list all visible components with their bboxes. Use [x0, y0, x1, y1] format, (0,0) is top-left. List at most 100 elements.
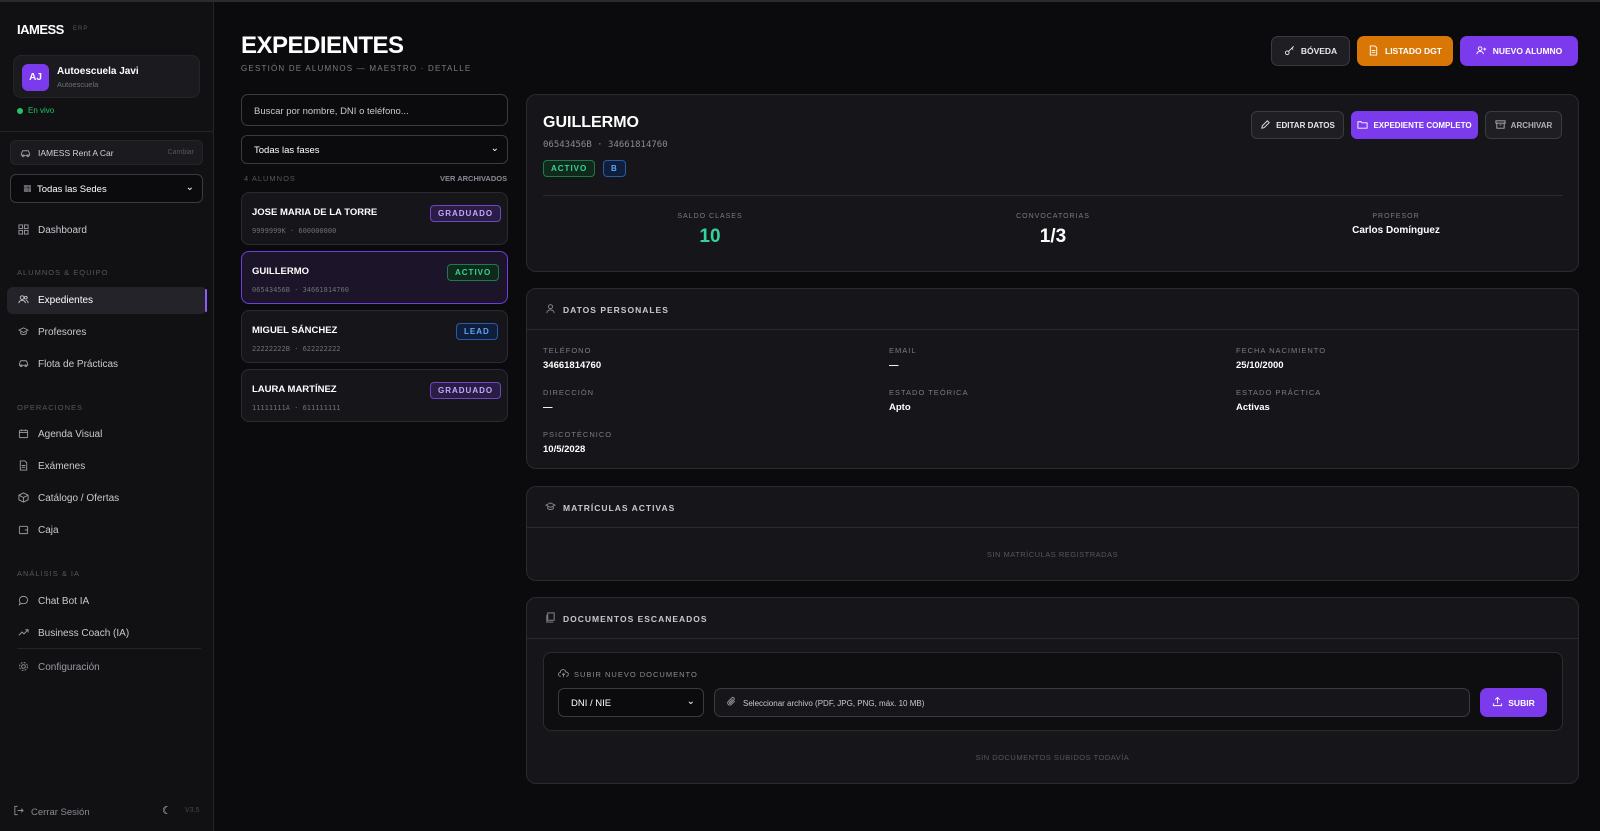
student-meta: 22222222B · 622222222 [252, 345, 341, 353]
upload-label: SUBIR [1508, 697, 1535, 708]
users-icon [17, 294, 29, 306]
stat-saldo: SALDO CLASES 10 [610, 213, 810, 248]
app-version: V3.5 [185, 807, 200, 814]
empty-state: SIN MATRÍCULAS REGISTRADAS [986, 550, 1119, 559]
student-name: JOSE MARIA DE LA TORRE [252, 207, 378, 218]
grid-icon [17, 224, 29, 236]
divider [527, 329, 1578, 330]
student-row[interactable]: GUILLERMO 06543456B · 34661814760 ACTIVO [241, 251, 508, 304]
cloud-upload-icon [558, 668, 569, 681]
nav-catalogo[interactable]: Catálogo / Ofertas [7, 485, 207, 512]
status-badge: GRADUADO [430, 205, 502, 222]
chevron-down-icon: ⌄ [185, 182, 194, 193]
section-header: DATOS PERSONALES [545, 303, 669, 316]
page-title: EXPEDIENTES [241, 32, 404, 59]
nav-coach[interactable]: Business Coach (IA) [7, 620, 207, 647]
divider [543, 195, 1563, 196]
section-header: DOCUMENTOS ESCANEADOS [545, 612, 708, 625]
car-icon [17, 358, 29, 370]
nav-dashboard[interactable]: Dashboard [7, 217, 207, 244]
trending-up-icon [17, 627, 29, 639]
student-meta: 11111111A · 611111111 [252, 404, 341, 412]
logo-tag: ERP [73, 26, 89, 32]
nav-label: Expedientes [38, 295, 94, 306]
page-subtitle: GESTIÓN DE ALUMNOS — MAESTRO · DETALLE [241, 64, 472, 73]
document-type-select[interactable]: DNI / NIE ⌄ [558, 688, 704, 717]
field-label: DIRECCIÓN [543, 388, 595, 397]
upload-button[interactable]: SUBIR [1480, 688, 1547, 717]
building-icon: ▦ [23, 183, 32, 193]
stat-label: SALDO CLASES [677, 213, 743, 220]
archive-icon [1495, 119, 1506, 132]
nav-label: Agenda Visual [38, 429, 103, 440]
file-input-placeholder: Seleccionar archivo (PDF, JPG, PNG, máx.… [743, 699, 925, 708]
listado-dgt-label: LISTADO DGT [1385, 46, 1442, 56]
license-badge: B [603, 160, 626, 177]
archive-label: ARCHIVAR [1510, 120, 1553, 130]
search-input[interactable]: Buscar por nombre, DNI o teléfono... [241, 94, 508, 126]
field-value-email: — [889, 360, 899, 371]
logout-button[interactable]: Cerrar Sesión [13, 805, 90, 819]
nav-chatbot[interactable]: Chat Bot IA [7, 588, 207, 615]
archive-button[interactable]: ARCHIVAR [1485, 111, 1562, 139]
logout-icon [13, 805, 24, 819]
company-switcher[interactable]: IAMESS Rent A Car Cambiar [10, 140, 203, 165]
divider [527, 527, 1578, 528]
org-type: Autoescuela [57, 80, 99, 89]
organization-card[interactable]: AJ Autoescuela Javi Autoescuela [13, 55, 200, 98]
folder-open-icon [1357, 119, 1368, 132]
nav-label: Flota de Prácticas [38, 359, 119, 370]
stat-value: 10 [699, 226, 721, 247]
live-status-label: En vivo [28, 106, 55, 115]
nav-agenda[interactable]: Agenda Visual [7, 421, 207, 448]
graduation-cap-icon [544, 501, 557, 514]
sede-select[interactable]: ▦ Todas las Sedes ⌄ [10, 174, 203, 203]
boveda-button[interactable]: BÓVEDA [1271, 36, 1350, 66]
phase-selected: Todas las fases [254, 145, 320, 156]
upload-title: SUBIR NUEVO DOCUMENTO [558, 668, 698, 681]
nuevo-alumno-button[interactable]: NUEVO ALUMNO [1460, 36, 1578, 66]
documents-card: DOCUMENTOS ESCANEADOS SUBIR NUEVO DOCUME… [526, 597, 1579, 784]
nav-expedientes[interactable]: Expedientes [7, 287, 207, 314]
theme-toggle-moon-icon[interactable]: ☾ [162, 804, 172, 817]
logout-label: Cerrar Sesión [31, 806, 90, 818]
live-dot-icon [17, 107, 23, 114]
student-name: LAURA MARTÍNEZ [252, 384, 337, 395]
app-logo[interactable]: IAMESS [17, 22, 64, 37]
status-badge: LEAD [456, 323, 498, 340]
stat-convocatorias: CONVOCATORIAS 1/3 [953, 213, 1153, 248]
student-row[interactable]: LAURA MARTÍNEZ 11111111A · 611111111 GRA… [241, 369, 508, 422]
full-record-label: EXPEDIENTE COMPLETO [1373, 120, 1472, 130]
full-record-button[interactable]: EXPEDIENTE COMPLETO [1351, 111, 1478, 139]
field-label: TELÉFONO [543, 346, 592, 355]
document-icon [17, 460, 29, 472]
nav-label: Caja [38, 525, 59, 536]
view-archived-link[interactable]: VER ARCHIVADOS [440, 174, 507, 183]
section-title-ops: OPERACIONES [17, 403, 84, 412]
nav-label: Catálogo / Ofertas [38, 493, 120, 504]
upload-title-label: SUBIR NUEVO DOCUMENTO [574, 670, 698, 679]
listado-dgt-button[interactable]: LISTADO DGT [1357, 36, 1453, 66]
student-row[interactable]: MIGUEL SÁNCHEZ 22222222B · 622222222 LEA… [241, 310, 508, 363]
paperclip-icon [726, 696, 737, 710]
change-company-link[interactable]: Cambiar [168, 149, 194, 156]
nav-examenes[interactable]: Exámenes [7, 453, 207, 480]
section-header: MATRÍCULAS ACTIVAS [544, 501, 675, 514]
nav-caja[interactable]: Caja [7, 517, 207, 544]
student-detail-card: GUILLERMO 06543456B · 34661814760 ACTIVO… [526, 94, 1579, 272]
nav-configuracion[interactable]: Configuración [7, 654, 207, 681]
phase-select[interactable]: Todas las fases ⌄ [241, 135, 508, 164]
key-icon [1284, 45, 1295, 58]
nav-flota[interactable]: Flota de Prácticas [7, 351, 207, 378]
student-count: 4 ALUMNOS [244, 174, 296, 183]
field-label: FECHA NACIMIENTO [1236, 346, 1327, 355]
document-type-selected: DNI / NIE [571, 698, 612, 709]
live-status: En vivo [17, 106, 54, 115]
nav-profesores[interactable]: Profesores [7, 319, 207, 346]
graduation-cap-icon [17, 326, 29, 338]
field-label: PSICOTÉCNICO [543, 430, 613, 439]
student-row[interactable]: JOSE MARIA DE LA TORRE 9999999K · 600000… [241, 192, 508, 245]
file-input[interactable]: Seleccionar archivo (PDF, JPG, PNG, máx.… [714, 688, 1470, 717]
nav-label: Business Coach (IA) [38, 628, 130, 639]
edit-data-button[interactable]: EDITAR DATOS [1251, 111, 1344, 139]
